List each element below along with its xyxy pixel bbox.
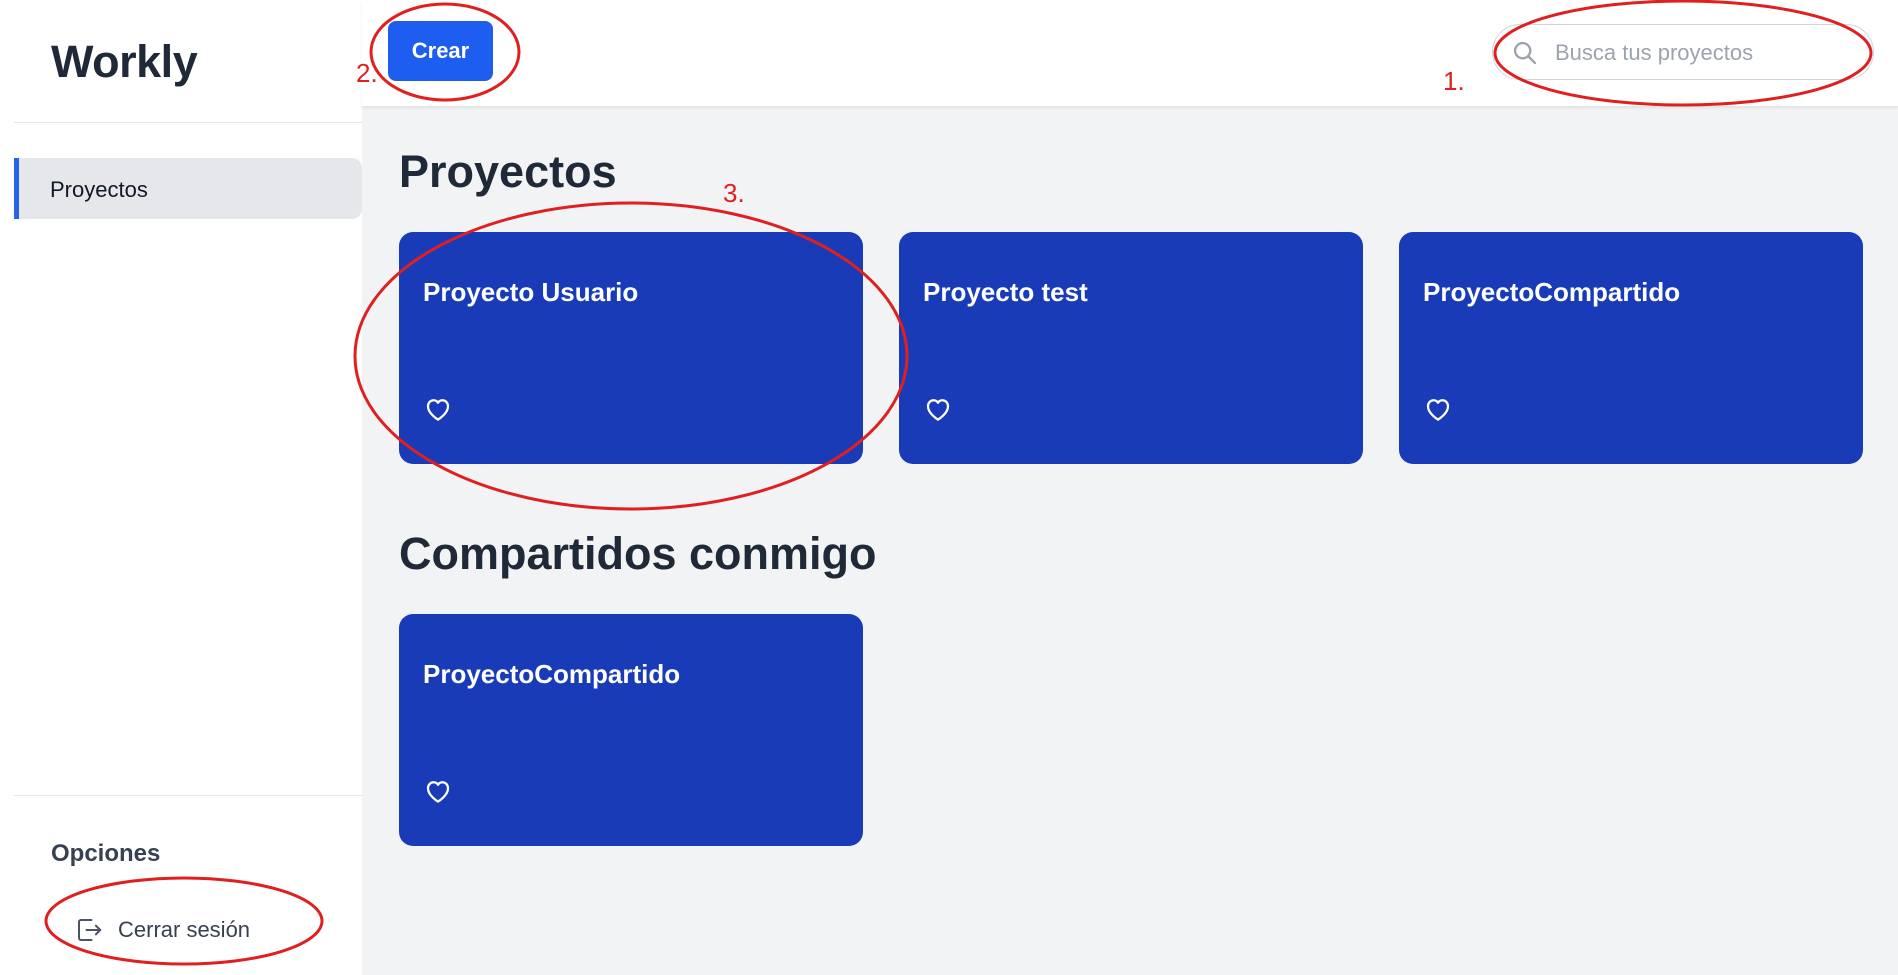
sidebar-divider-top	[14, 122, 362, 123]
project-card[interactable]: ProyectoCompartido	[1399, 232, 1863, 464]
sidebar-item-label: Proyectos	[50, 177, 148, 202]
search-icon	[1513, 41, 1537, 65]
app-logo: Workly	[51, 36, 198, 87]
section-title-proyectos: Proyectos	[399, 146, 617, 197]
section-title-compartidos: Compartidos conmigo	[399, 528, 877, 579]
options-title: Opciones	[51, 840, 161, 867]
sidebar-item-proyectos[interactable]: Proyectos	[14, 158, 362, 219]
heart-icon[interactable]	[923, 394, 953, 424]
create-button[interactable]: Crear	[388, 21, 493, 81]
logout-button[interactable]: Cerrar sesión	[74, 910, 250, 950]
logout-icon	[78, 919, 102, 941]
search-box[interactable]	[1492, 24, 1874, 80]
annotation-label-1: 1.	[1443, 66, 1465, 96]
project-card-title: ProyectoCompartido	[423, 659, 681, 689]
sidebar: Workly Proyectos Opciones Cerrar sesión	[0, 0, 362, 975]
project-card[interactable]: Proyecto test	[899, 232, 1363, 464]
logout-label: Cerrar sesión	[118, 917, 251, 942]
project-card[interactable]: Proyecto Usuario	[399, 232, 863, 464]
heart-icon[interactable]	[423, 394, 453, 424]
annotation-label-3: 3.	[723, 178, 745, 208]
project-card-title: Proyecto test	[923, 277, 1088, 307]
project-card-title: ProyectoCompartido	[1423, 277, 1681, 307]
heart-icon[interactable]	[423, 776, 453, 806]
shared-project-card[interactable]: ProyectoCompartido	[399, 614, 863, 846]
sidebar-divider-bottom	[14, 795, 362, 796]
project-card-title: Proyecto Usuario	[423, 277, 639, 307]
heart-icon[interactable]	[1423, 394, 1453, 424]
annotation-label-2: 2.	[356, 58, 378, 88]
search-input[interactable]	[1553, 35, 1857, 71]
